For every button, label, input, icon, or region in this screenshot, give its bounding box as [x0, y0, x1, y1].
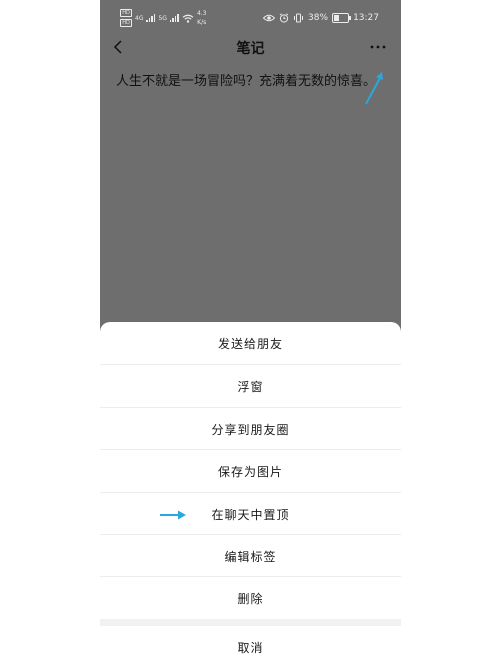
action-sheet: 发送给朋友 浮窗 分享到朋友圈 保存为图片 在聊天中置顶 编辑标签 删除 取消 [100, 322, 401, 656]
network2-label: 5G [158, 14, 167, 22]
alarm-icon [279, 13, 289, 23]
menu-item-label: 在聊天中置顶 [211, 507, 290, 522]
status-right: 38% 13:27 [263, 11, 379, 25]
menu-item-share-moments[interactable]: 分享到朋友圈 [100, 408, 401, 450]
sim-badges: HD HD [120, 9, 132, 27]
net-speed-value: 4.3 [196, 10, 207, 17]
battery-percent: 38% [308, 13, 329, 23]
status-left: HD HD 4G 5G 4.3 K/s [120, 9, 206, 27]
net-speed: 4.3 K/s [197, 10, 207, 26]
net-speed-unit: K/s [197, 19, 207, 26]
note-content: 人生不就是一场冒险吗？充满着无数的惊喜。 [116, 74, 377, 89]
sheet-separator [100, 619, 401, 626]
menu-item-delete[interactable]: 删除 [100, 577, 401, 619]
battery-level-fill [334, 15, 339, 21]
menu-item-label: 浮窗 [237, 379, 264, 394]
wifi-icon [182, 14, 194, 23]
more-dots-icon [370, 45, 386, 49]
network2-group: 5G [158, 15, 166, 22]
cancel-button[interactable]: 取消 [100, 626, 401, 656]
menu-item-label: 保存为图片 [217, 464, 283, 479]
annotation-arrow-right-icon [160, 510, 186, 520]
menu-item-edit-tags[interactable]: 编辑标签 [100, 535, 401, 577]
status-bar: HD HD 4G 5G 4.3 K/s 38% 13:27 [100, 0, 401, 34]
network1-group: 4G [135, 15, 143, 22]
sim1-hd-badge: HD [120, 9, 132, 17]
page-title: 笔记 [236, 41, 265, 57]
battery-icon [332, 13, 352, 23]
signal1-icon [146, 14, 156, 22]
vibrate-icon [294, 13, 304, 23]
status-time: 13:27 [353, 13, 379, 23]
menu-item-label: 分享到朋友圈 [211, 422, 290, 437]
eye-icon [263, 14, 276, 22]
menu-item-label: 发送给朋友 [217, 336, 283, 351]
sim2-hd-badge: HD [120, 19, 132, 27]
menu-item-label: 删除 [237, 591, 264, 606]
nav-bar: 笔记 [100, 34, 401, 60]
signal2-icon [169, 14, 179, 22]
menu-item-pin-in-chat[interactable]: 在聊天中置顶 [100, 493, 401, 535]
menu-item-send-to-friend[interactable]: 发送给朋友 [100, 322, 401, 364]
annotation-arrow-up-icon [365, 72, 383, 105]
more-button[interactable] [367, 36, 389, 58]
menu-item-save-as-image[interactable]: 保存为图片 [100, 450, 401, 492]
menu-item-floating-window[interactable]: 浮窗 [100, 365, 401, 407]
cancel-label: 取消 [237, 640, 264, 655]
dimmed-background[interactable]: HD HD 4G 5G 4.3 K/s 38% 13:27 笔记 人生不就是一场… [100, 0, 401, 340]
phone-screen: HD HD 4G 5G 4.3 K/s 38% 13:27 笔记 人生不就是一场… [100, 0, 401, 656]
menu-item-label: 编辑标签 [224, 549, 277, 564]
network1-label: 4G [135, 14, 144, 22]
